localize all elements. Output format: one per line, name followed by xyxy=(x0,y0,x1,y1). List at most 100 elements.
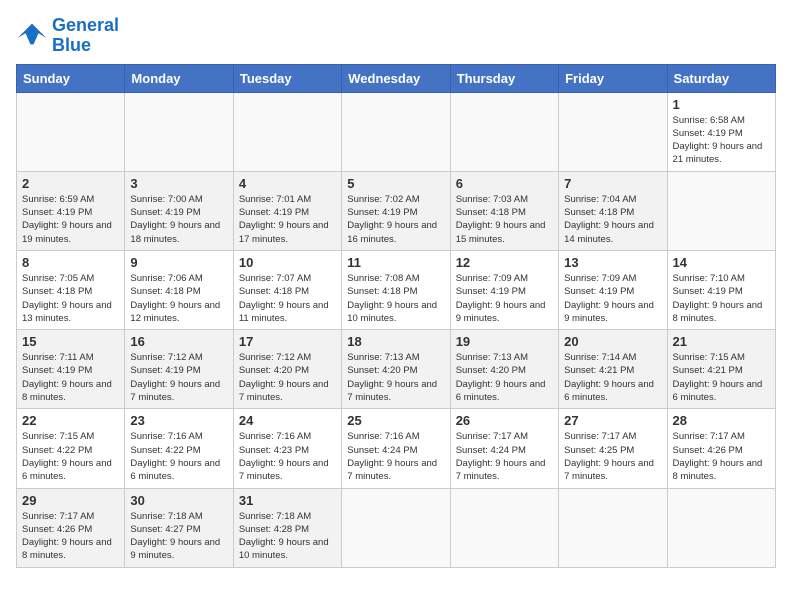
day-number: 8 xyxy=(22,255,119,270)
calendar-cell xyxy=(450,92,558,171)
day-info: Sunrise: 7:14 AM Sunset: 4:21 PM Dayligh… xyxy=(564,351,661,404)
day-info: Sunrise: 7:11 AM Sunset: 4:19 PM Dayligh… xyxy=(22,351,119,404)
day-info: Sunrise: 6:59 AM Sunset: 4:19 PM Dayligh… xyxy=(22,193,119,246)
day-number: 26 xyxy=(456,413,553,428)
calendar-cell: 4Sunrise: 7:01 AM Sunset: 4:19 PM Daylig… xyxy=(233,171,341,250)
day-info: Sunrise: 7:17 AM Sunset: 4:24 PM Dayligh… xyxy=(456,430,553,483)
calendar-cell: 5 Sunrise: 7:02 AM Sunset: 4:19 PM Daylig… xyxy=(342,171,450,250)
day-number: 18 xyxy=(347,334,444,349)
calendar-cell: 1 Sunrise: 6:58 AM Sunset: 4:19 PM Daylig… xyxy=(667,92,775,171)
calendar-cell: 30 Sunrise: 7:18 AM Sunset: 4:27 PM Dayli… xyxy=(125,488,233,567)
day-info: Sunrise: 7:13 AM Sunset: 4:20 PM Dayligh… xyxy=(347,351,444,404)
calendar-cell: 21 Sunrise: 7:15 AM Sunset: 4:21 PM Dayli… xyxy=(667,330,775,409)
day-info: Sunrise: 7:04 AM Sunset: 4:18 PM Dayligh… xyxy=(564,193,661,246)
day-info: Sunrise: 7:17 AM Sunset: 4:26 PM Dayligh… xyxy=(673,430,770,483)
calendar-cell xyxy=(125,92,233,171)
day-info: Sunrise: 7:01 AM Sunset: 4:19 PM Dayligh… xyxy=(239,193,336,246)
day-number: 13 xyxy=(564,255,661,270)
day-info: Sunrise: 7:03 AM Sunset: 4:18 PM Dayligh… xyxy=(456,193,553,246)
day-info: Sunrise: 7:10 AM Sunset: 4:19 PM Dayligh… xyxy=(673,272,770,325)
calendar-cell: 15 Sunrise: 7:11 AM Sunset: 4:19 PM Dayli… xyxy=(17,330,125,409)
day-number: 28 xyxy=(673,413,770,428)
calendar-week-row: 29Sunrise: 7:17 AM Sunset: 4:26 PM Dayli… xyxy=(17,488,776,567)
day-header-tuesday: Tuesday xyxy=(233,64,341,92)
day-info: Sunrise: 7:12 AM Sunset: 4:20 PM Dayligh… xyxy=(239,351,336,404)
day-number: 12 xyxy=(456,255,553,270)
calendar-cell: 6 Sunrise: 7:03 AM Sunset: 4:18 PM Daylig… xyxy=(450,171,558,250)
day-info: Sunrise: 7:18 AM Sunset: 4:28 PM Dayligh… xyxy=(239,510,336,563)
day-info: Sunrise: 7:07 AM Sunset: 4:18 PM Dayligh… xyxy=(239,272,336,325)
calendar-week-row: 22 Sunrise: 7:15 AM Sunset: 4:22 PM Dayli… xyxy=(17,409,776,488)
calendar-cell: 22 Sunrise: 7:15 AM Sunset: 4:22 PM Dayli… xyxy=(17,409,125,488)
day-info: Sunrise: 7:02 AM Sunset: 4:19 PM Dayligh… xyxy=(347,193,444,246)
day-number: 16 xyxy=(130,334,227,349)
calendar-cell: 25 Sunrise: 7:16 AM Sunset: 4:24 PM Dayli… xyxy=(342,409,450,488)
calendar-cell: 16 Sunrise: 7:12 AM Sunset: 4:19 PM Dayli… xyxy=(125,330,233,409)
calendar-cell: 20 Sunrise: 7:14 AM Sunset: 4:21 PM Dayli… xyxy=(559,330,667,409)
day-number: 7 xyxy=(564,176,661,191)
calendar-cell xyxy=(667,488,775,567)
logo: General Blue xyxy=(16,16,119,56)
calendar-cell xyxy=(233,92,341,171)
day-header-monday: Monday xyxy=(125,64,233,92)
day-info: Sunrise: 7:06 AM Sunset: 4:18 PM Dayligh… xyxy=(130,272,227,325)
day-number: 23 xyxy=(130,413,227,428)
day-info: Sunrise: 7:16 AM Sunset: 4:22 PM Dayligh… xyxy=(130,430,227,483)
day-info: Sunrise: 7:16 AM Sunset: 4:23 PM Dayligh… xyxy=(239,430,336,483)
calendar-cell: 24Sunrise: 7:16 AM Sunset: 4:23 PM Dayli… xyxy=(233,409,341,488)
day-info: Sunrise: 7:16 AM Sunset: 4:24 PM Dayligh… xyxy=(347,430,444,483)
calendar-cell: 31Sunrise: 7:18 AM Sunset: 4:28 PM Dayli… xyxy=(233,488,341,567)
calendar-cell: 10 Sunrise: 7:07 AM Sunset: 4:18 PM Dayli… xyxy=(233,250,341,329)
calendar-cell: 28 Sunrise: 7:17 AM Sunset: 4:26 PM Dayli… xyxy=(667,409,775,488)
calendar-week-row: 15 Sunrise: 7:11 AM Sunset: 4:19 PM Dayli… xyxy=(17,330,776,409)
calendar-table: SundayMondayTuesdayWednesdayThursdayFrid… xyxy=(16,64,776,568)
calendar-header-row: SundayMondayTuesdayWednesdayThursdayFrid… xyxy=(17,64,776,92)
calendar-cell: 9Sunrise: 7:06 AM Sunset: 4:18 PM Daylig… xyxy=(125,250,233,329)
day-number: 29 xyxy=(22,493,119,508)
calendar-cell xyxy=(17,92,125,171)
calendar-cell: 17 Sunrise: 7:12 AM Sunset: 4:20 PM Dayli… xyxy=(233,330,341,409)
day-info: Sunrise: 7:08 AM Sunset: 4:18 PM Dayligh… xyxy=(347,272,444,325)
day-number: 1 xyxy=(673,97,770,112)
day-number: 17 xyxy=(239,334,336,349)
calendar-cell: 3Sunrise: 7:00 AM Sunset: 4:19 PM Daylig… xyxy=(125,171,233,250)
day-number: 14 xyxy=(673,255,770,270)
day-number: 30 xyxy=(130,493,227,508)
day-number: 15 xyxy=(22,334,119,349)
calendar-week-row: 8Sunrise: 7:05 AM Sunset: 4:18 PM Daylig… xyxy=(17,250,776,329)
day-header-sunday: Sunday xyxy=(17,64,125,92)
day-number: 2 xyxy=(22,176,119,191)
day-info: Sunrise: 7:13 AM Sunset: 4:20 PM Dayligh… xyxy=(456,351,553,404)
day-info: Sunrise: 6:58 AM Sunset: 4:19 PM Dayligh… xyxy=(673,114,770,167)
calendar-week-row: 1 Sunrise: 6:58 AM Sunset: 4:19 PM Daylig… xyxy=(17,92,776,171)
calendar-cell: 7 Sunrise: 7:04 AM Sunset: 4:18 PM Daylig… xyxy=(559,171,667,250)
day-number: 6 xyxy=(456,176,553,191)
calendar-cell xyxy=(667,171,775,250)
day-number: 21 xyxy=(673,334,770,349)
day-info: Sunrise: 7:15 AM Sunset: 4:22 PM Dayligh… xyxy=(22,430,119,483)
day-number: 5 xyxy=(347,176,444,191)
day-header-saturday: Saturday xyxy=(667,64,775,92)
calendar-cell: 18 Sunrise: 7:13 AM Sunset: 4:20 PM Dayli… xyxy=(342,330,450,409)
calendar-cell: 2 Sunrise: 6:59 AM Sunset: 4:19 PM Daylig… xyxy=(17,171,125,250)
day-number: 10 xyxy=(239,255,336,270)
day-header-thursday: Thursday xyxy=(450,64,558,92)
day-info: Sunrise: 7:12 AM Sunset: 4:19 PM Dayligh… xyxy=(130,351,227,404)
logo-text: General Blue xyxy=(52,16,119,56)
day-info: Sunrise: 7:15 AM Sunset: 4:21 PM Dayligh… xyxy=(673,351,770,404)
day-number: 20 xyxy=(564,334,661,349)
calendar-cell: 27Sunrise: 7:17 AM Sunset: 4:25 PM Dayli… xyxy=(559,409,667,488)
calendar-cell xyxy=(559,488,667,567)
calendar-cell: 13Sunrise: 7:09 AM Sunset: 4:19 PM Dayli… xyxy=(559,250,667,329)
day-number: 19 xyxy=(456,334,553,349)
calendar-week-row: 2 Sunrise: 6:59 AM Sunset: 4:19 PM Daylig… xyxy=(17,171,776,250)
logo-bird-icon xyxy=(16,22,48,50)
calendar-cell: 23 Sunrise: 7:16 AM Sunset: 4:22 PM Dayli… xyxy=(125,409,233,488)
calendar-cell xyxy=(342,488,450,567)
day-number: 22 xyxy=(22,413,119,428)
calendar-cell xyxy=(450,488,558,567)
page-header: General Blue xyxy=(16,16,776,56)
day-info: Sunrise: 7:18 AM Sunset: 4:27 PM Dayligh… xyxy=(130,510,227,563)
day-number: 25 xyxy=(347,413,444,428)
day-header-friday: Friday xyxy=(559,64,667,92)
